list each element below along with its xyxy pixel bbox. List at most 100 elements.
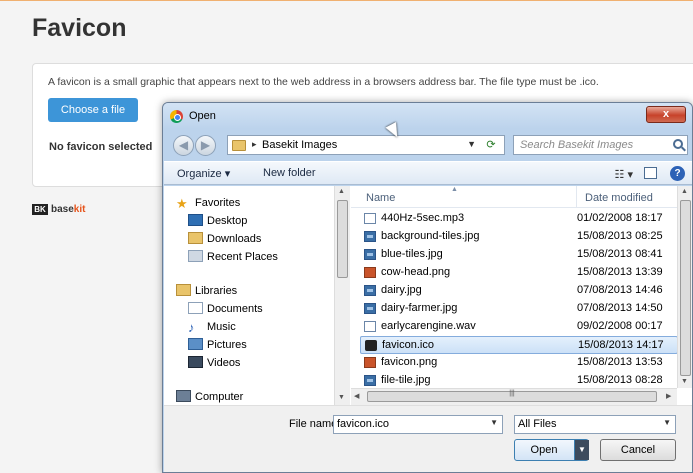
- dialog-toolbar: Organize ▾ New folder ☷ ▾ ?: [164, 161, 692, 185]
- file-scroll-thumb[interactable]: [680, 200, 691, 376]
- file-name: file-tile.jpg: [381, 374, 431, 386]
- scroll-left-icon[interactable]: ◀: [354, 392, 359, 400]
- videos-icon: [188, 356, 203, 368]
- address-bar-row: ◀ ▶ ▸ Basekit Images ▼ ⟳ Search Basekit …: [169, 133, 688, 157]
- file-date-modified: 15/08/2013 14:17: [578, 339, 664, 351]
- chevron-down-icon[interactable]: ▼: [663, 418, 671, 427]
- file-name: blue-tiles.jpg: [381, 248, 443, 260]
- scroll-down-icon[interactable]: ▼: [338, 394, 345, 401]
- file-row[interactable]: dairy-farmer.jpg 07/08/2013 14:50: [360, 300, 678, 318]
- nav-scroll-thumb[interactable]: [337, 200, 348, 278]
- image-icon: [364, 303, 376, 314]
- help-icon[interactable]: ?: [670, 166, 685, 181]
- favicon-description: A favicon is a small graphic that appear…: [48, 76, 599, 88]
- file-date-modified: 09/02/2008 00:17: [577, 320, 663, 332]
- forward-button[interactable]: ▶: [195, 135, 216, 156]
- column-name-header[interactable]: Name: [366, 192, 395, 204]
- nav-item-videos[interactable]: Videos: [188, 356, 240, 369]
- scroll-down-icon[interactable]: ▼: [681, 378, 688, 385]
- image-icon: [364, 375, 376, 386]
- music-icon: ♪: [188, 320, 195, 335]
- refresh-icon[interactable]: ⟳: [482, 137, 500, 153]
- basekit-logo: BK basekit: [32, 204, 85, 215]
- nav-item-desktop[interactable]: Desktop: [188, 214, 247, 227]
- nav-computer[interactable]: Computer: [176, 390, 243, 403]
- nav-item-recent-places[interactable]: Recent Places: [188, 250, 278, 263]
- star-icon: ★: [176, 196, 188, 211]
- file-name: cow-head.png: [381, 266, 451, 278]
- file-row[interactable]: cow-head.png 15/08/2013 13:39: [360, 264, 678, 282]
- file-hscroll-thumb[interactable]: |||: [367, 390, 657, 402]
- file-date-modified: 15/08/2013 13:53: [577, 356, 663, 368]
- file-row[interactable]: dairy.jpg 07/08/2013 14:46: [360, 282, 678, 300]
- file-date-modified: 07/08/2013 14:50: [577, 302, 663, 314]
- dialog-titlebar[interactable]: Open x: [163, 103, 692, 129]
- audio-icon: [364, 213, 376, 224]
- file-name: 440Hz-5sec.mp3: [381, 212, 465, 224]
- back-button[interactable]: ◀: [173, 135, 194, 156]
- file-type-value: All Files: [518, 418, 557, 430]
- sort-ascending-icon: ▲: [451, 186, 458, 193]
- file-list-vscrollbar[interactable]: ▲ ▼: [677, 186, 692, 388]
- breadcrumb-arrow[interactable]: ▸: [252, 139, 257, 150]
- nav-item-downloads[interactable]: Downloads: [188, 232, 261, 245]
- nav-item-pictures[interactable]: Pictures: [188, 338, 247, 351]
- column-divider[interactable]: [576, 186, 577, 208]
- file-name: background-tiles.jpg: [381, 230, 480, 242]
- file-list-hscrollbar[interactable]: ◀ ||| ▶: [351, 388, 677, 405]
- pictures-icon: [188, 338, 203, 350]
- documents-icon: [188, 302, 203, 314]
- page-title: Favicon: [32, 14, 127, 42]
- search-input[interactable]: Search Basekit Images: [513, 135, 688, 155]
- cancel-button[interactable]: Cancel: [600, 439, 676, 461]
- address-bar[interactable]: ▸ Basekit Images ▼ ⟳: [227, 135, 505, 155]
- nav-libraries[interactable]: Libraries: [176, 284, 237, 297]
- file-row[interactable]: earlycarengine.wav 09/02/2008 00:17: [360, 318, 678, 336]
- file-name-dropdown-icon[interactable]: ▼: [490, 418, 498, 427]
- nav-scrollbar[interactable]: ▲ ▼: [334, 186, 350, 405]
- new-folder-button[interactable]: New folder: [263, 167, 316, 179]
- preview-pane-icon[interactable]: [644, 167, 657, 179]
- computer-icon: [176, 390, 191, 402]
- scroll-right-icon[interactable]: ▶: [666, 392, 671, 400]
- views-menu-icon[interactable]: ☷ ▾: [615, 168, 633, 181]
- top-accent-line: [0, 0, 693, 1]
- file-date-modified: 01/02/2008 18:17: [577, 212, 663, 224]
- nav-item-documents[interactable]: Documents: [188, 302, 263, 315]
- file-name: favicon.ico: [382, 339, 434, 351]
- nav-favorites[interactable]: ★ Favorites: [176, 196, 240, 211]
- breadcrumb-folder[interactable]: Basekit Images: [262, 139, 337, 151]
- choose-file-button[interactable]: Choose a file: [48, 98, 138, 122]
- file-row[interactable]: favicon.ico 15/08/2013 14:17: [360, 336, 678, 354]
- file-row[interactable]: background-tiles.jpg 15/08/2013 08:25: [360, 228, 678, 246]
- file-row[interactable]: blue-tiles.jpg 15/08/2013 08:41: [360, 246, 678, 264]
- close-button[interactable]: x: [646, 106, 686, 123]
- chrome-icon: [170, 110, 183, 123]
- column-date-header[interactable]: Date modified: [585, 192, 653, 204]
- file-name: favicon.png: [381, 356, 438, 368]
- file-date-modified: 15/08/2013 08:41: [577, 248, 663, 260]
- favicon-icon: [365, 340, 377, 351]
- file-row[interactable]: 440Hz-5sec.mp3 01/02/2008 18:17: [360, 210, 678, 228]
- file-date-modified: 15/08/2013 08:28: [577, 374, 663, 386]
- image-icon: [364, 231, 376, 242]
- organize-menu[interactable]: Organize ▾: [177, 167, 230, 180]
- address-dropdown-icon[interactable]: ▼: [467, 139, 476, 149]
- open-button[interactable]: Open ▼: [514, 439, 589, 461]
- search-icon[interactable]: [673, 139, 683, 149]
- dialog-title: Open: [189, 110, 216, 122]
- scroll-up-icon[interactable]: ▲: [681, 188, 688, 195]
- favicon-status: No favicon selected: [49, 141, 153, 153]
- recent-places-icon: [188, 250, 203, 262]
- open-button-label: Open: [530, 444, 558, 456]
- file-name: dairy.jpg: [381, 284, 422, 296]
- scroll-up-icon[interactable]: ▲: [338, 188, 345, 195]
- file-name-field[interactable]: favicon.ico ▼: [333, 415, 503, 434]
- file-row[interactable]: favicon.png 15/08/2013 13:53: [360, 354, 678, 372]
- folder-icon: [232, 140, 246, 151]
- open-split-dropdown-icon[interactable]: ▼: [574, 440, 589, 460]
- back-forward-buttons: ◀ ▶: [173, 134, 223, 156]
- file-list-pane: Name ▲ Date modified 440Hz-5sec.mp3 01/02…: [351, 186, 692, 405]
- file-type-select[interactable]: All Files ▼: [514, 415, 676, 434]
- nav-item-music[interactable]: ♪ Music: [188, 320, 236, 335]
